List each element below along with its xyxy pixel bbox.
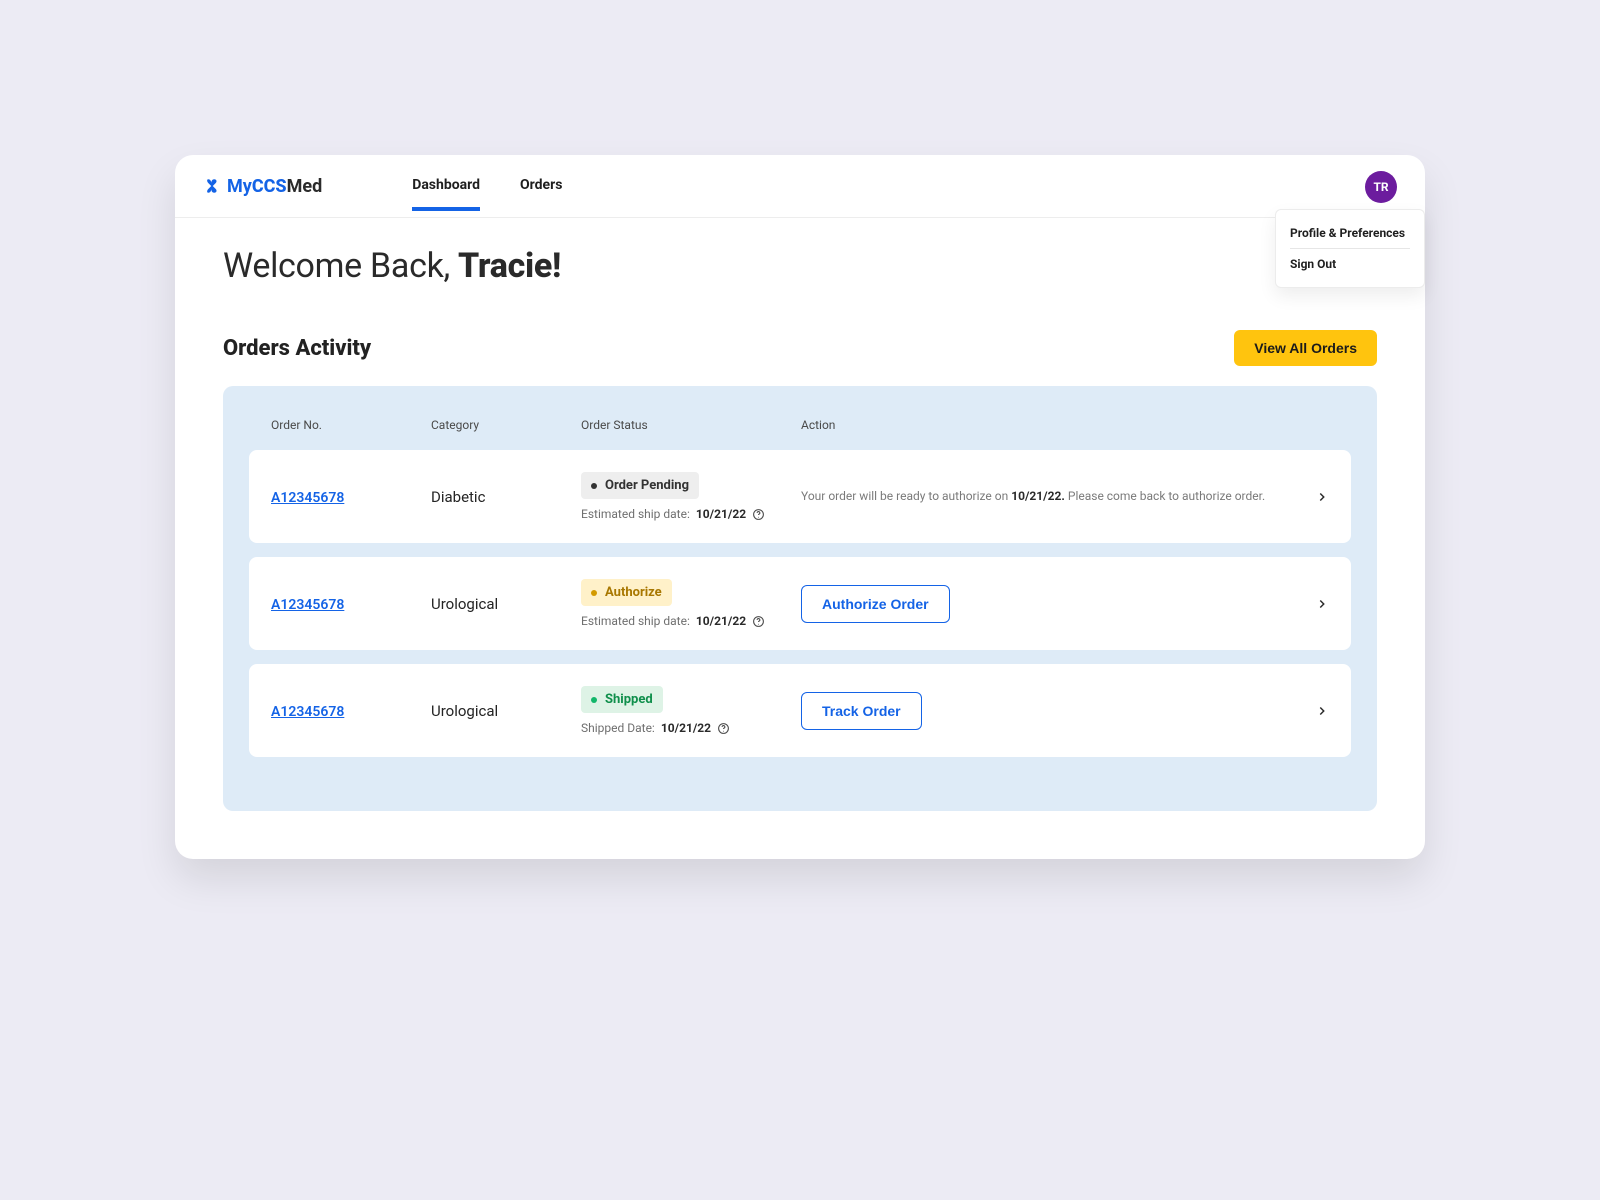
brand-logo[interactable]: MyCCSMed [203,176,322,213]
order-number-link[interactable]: A12345678 [271,597,344,613]
order-row: A12345678 Urological Authorize Estimated… [249,557,1351,650]
topbar: MyCCSMed Dashboard Orders TR Profile & P… [175,155,1425,218]
status-label: Authorize [605,585,662,600]
tab-dashboard[interactable]: Dashboard [412,177,480,211]
authorize-order-button[interactable]: Authorize Order [801,585,950,623]
dropdown-signout[interactable]: Sign Out [1290,249,1410,279]
order-number-link[interactable]: A12345678 [271,704,344,720]
order-action-cell: Track Order [801,692,1295,730]
track-order-button[interactable]: Track Order [801,692,922,730]
help-icon[interactable] [752,508,765,521]
orders-section-head: Orders Activity View All Orders [223,330,1377,366]
order-status-cell: Shipped Shipped Date: 10/21/22 [581,686,801,735]
order-action-note: Your order will be ready to authorize on… [801,487,1295,506]
status-dot-icon [591,697,597,703]
help-icon[interactable] [717,722,730,735]
tab-orders[interactable]: Orders [520,177,562,211]
col-category: Category [431,418,581,432]
help-icon[interactable] [752,615,765,628]
app-window: MyCCSMed Dashboard Orders TR Profile & P… [175,155,1425,859]
brand-text: MyCCSMed [227,176,322,197]
chevron-right-icon[interactable] [1315,597,1329,611]
orders-title: Orders Activity [223,336,371,361]
orders-header-row: Order No. Category Order Status Action [249,412,1351,450]
order-action-cell: Authorize Order [801,585,1295,623]
content: Welcome Back, Tracie! Orders Activity Vi… [175,218,1425,859]
ship-date-line: Estimated ship date: 10/21/22 [581,507,765,521]
orders-table: Order No. Category Order Status Action A… [223,386,1377,811]
order-status-cell: Authorize Estimated ship date: 10/21/22 [581,579,801,628]
col-status: Order Status [581,418,801,432]
dropdown-profile[interactable]: Profile & Preferences [1290,218,1410,248]
chevron-right-icon[interactable] [1315,704,1329,718]
status-badge: Authorize [581,579,672,606]
ship-date-line: Shipped Date: 10/21/22 [581,721,730,735]
order-row: A12345678 Diabetic Order Pending Estimat… [249,450,1351,543]
status-badge: Order Pending [581,472,699,499]
status-label: Shipped [605,692,653,707]
order-number-link[interactable]: A12345678 [271,490,344,506]
status-dot-icon [591,483,597,489]
col-order-no: Order No. [271,418,431,432]
ship-date-line: Estimated ship date: 10/21/22 [581,614,765,628]
order-status-cell: Order Pending Estimated ship date: 10/21… [581,472,801,521]
welcome-heading: Welcome Back, Tracie! [223,246,1377,286]
status-label: Order Pending [605,478,689,493]
status-badge: Shipped [581,686,663,713]
view-all-orders-button[interactable]: View All Orders [1234,330,1377,366]
order-row: A12345678 Urological Shipped Shipped Dat… [249,664,1351,757]
logo-mark-icon [203,177,221,195]
nav-tabs: Dashboard Orders [412,177,562,211]
chevron-right-icon[interactable] [1315,490,1329,504]
order-category: Diabetic [431,488,581,506]
col-action: Action [801,418,1295,432]
user-dropdown: Profile & Preferences Sign Out [1275,209,1425,288]
order-category: Urological [431,595,581,613]
status-dot-icon [591,590,597,596]
order-category: Urological [431,702,581,720]
avatar[interactable]: TR [1365,171,1397,203]
